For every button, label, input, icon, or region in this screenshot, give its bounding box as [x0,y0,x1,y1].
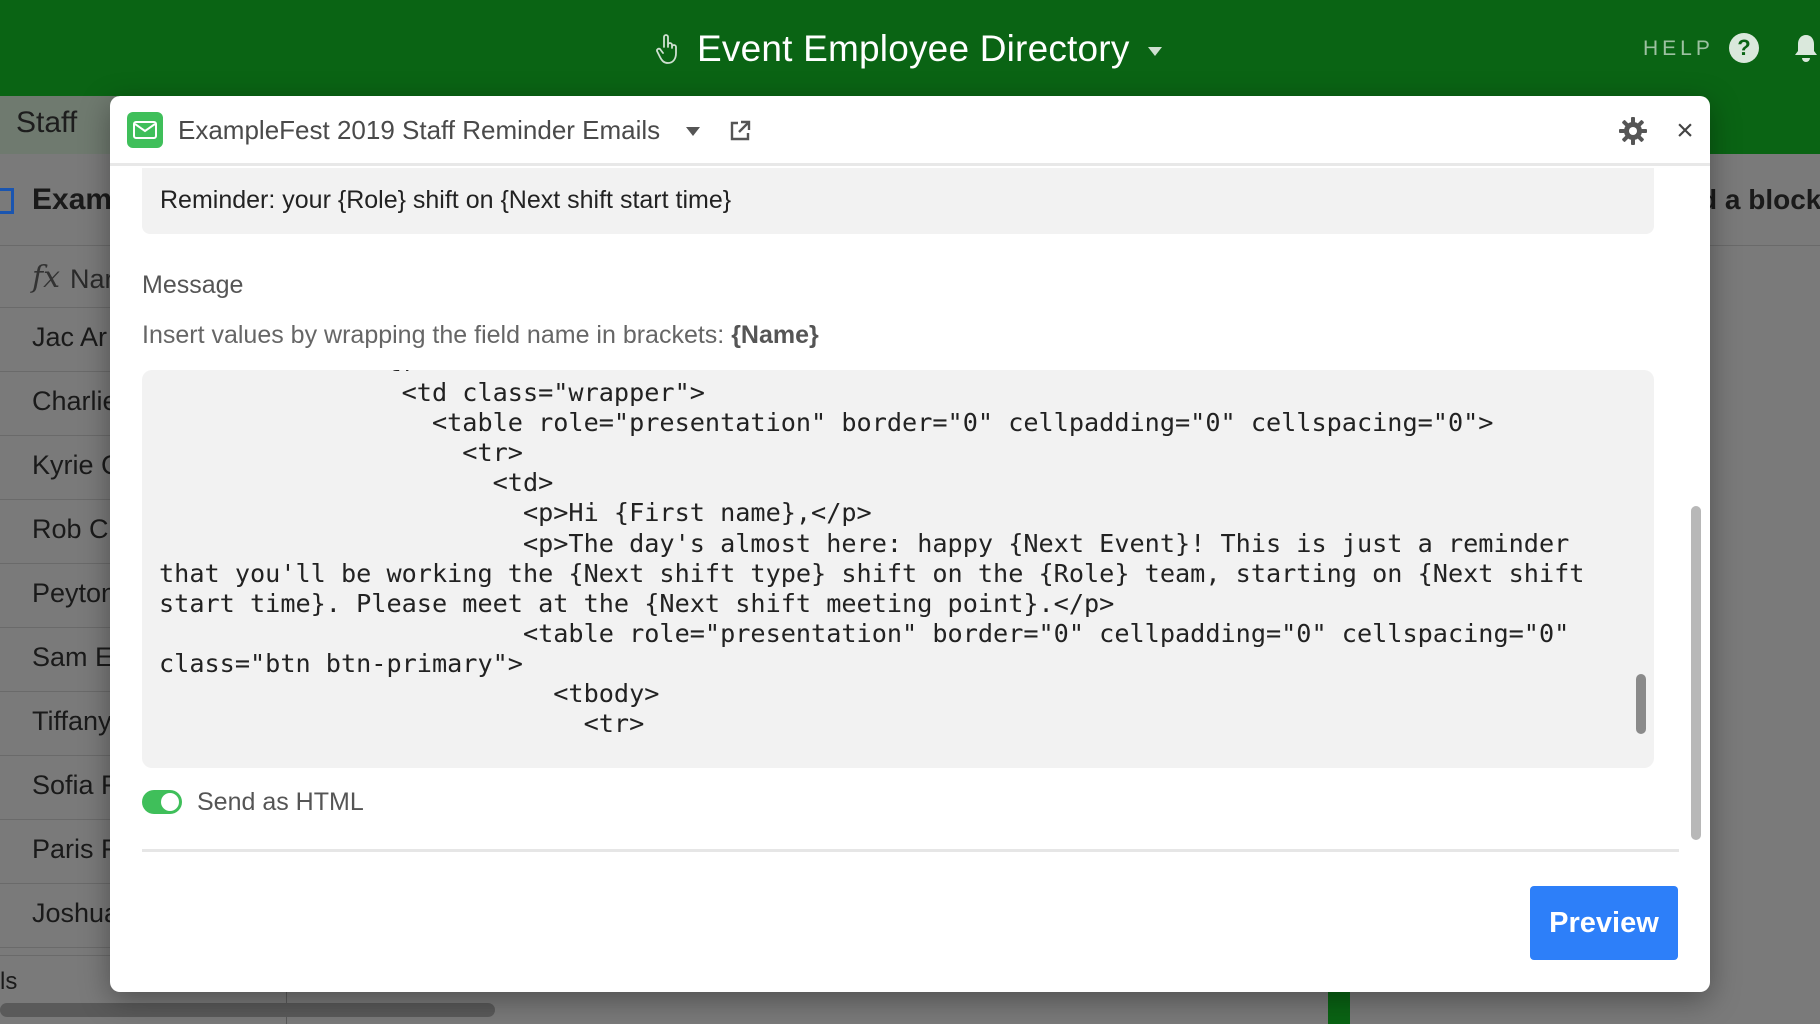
row-name: Kyrie C [32,450,121,480]
row-name: Charlie [32,386,118,416]
table-row[interactable]: Joshua [0,884,120,948]
hint-token: {Name} [731,321,819,349]
row-name: Joshua [32,898,120,928]
table-row[interactable]: Charlie [0,372,118,436]
table-row[interactable]: Paris F [0,820,118,884]
formula-icon: fx [32,260,61,295]
toggle-knob [161,793,179,811]
open-external-icon[interactable] [728,119,752,143]
base-title-area[interactable]: Event Employee Directory [655,27,1162,71]
record-count: ls [0,968,18,995]
email-app-icon [127,112,163,148]
row-name: Tiffany [32,706,112,736]
help-icon[interactable]: ? [1729,33,1759,63]
summary-bar [1328,990,1350,1024]
table-row[interactable]: Sam E [0,628,118,692]
table-row[interactable]: Sofia F [0,756,118,820]
subject-field[interactable]: Reminder: your {Role} shift on {Next shi… [142,168,1654,234]
editor-scrollbar[interactable] [1636,674,1646,734]
table-row[interactable]: Tiffany [0,692,118,756]
row-name: Rob Cl [32,514,115,544]
row-name: Paris F [32,834,118,864]
add-block-button[interactable]: d a block [1700,184,1820,216]
tab-staff[interactable]: Staff [0,96,118,154]
bell-icon[interactable] [1792,33,1820,63]
base-title[interactable]: Event Employee Directory [697,28,1130,70]
hint-text: Insert values by wrapping the field name… [142,321,732,349]
block-title[interactable]: ExampleFest 2019 Staff Reminder Emails [178,115,660,146]
table-row[interactable]: Kyrie C [0,436,121,500]
message-label: Message [142,271,244,299]
grid-footer-divider [0,955,118,956]
section-divider [142,849,1679,852]
modal-header: ExampleFest 2019 Staff Reminder Emails × [110,96,1710,166]
table-row[interactable]: Peyton [0,564,118,628]
chevron-down-icon[interactable] [686,127,700,136]
send-as-html-toggle[interactable] [142,790,182,814]
preview-button[interactable]: Preview [1530,886,1678,960]
table-row[interactable]: Jac Ar [0,308,118,372]
message-code: <tr> <td class="wrapper"> <table role="p… [159,370,1585,739]
table-row[interactable]: Rob Cl [0,500,118,564]
send-as-html-label: Send as HTML [197,788,364,816]
column-header-name[interactable]: Nar [70,264,114,295]
row-name: Sam E [32,642,114,672]
tab-label: Staff [16,106,78,139]
row-name: Jac Ar [32,322,108,352]
column-divider [286,990,287,1024]
gear-icon[interactable] [1618,116,1648,146]
horizontal-scrollbar[interactable] [0,1003,495,1017]
message-hint: Insert values by wrapping the field name… [142,321,819,350]
grid-view-icon[interactable] [0,188,14,214]
modal-scrollbar[interactable] [1691,506,1701,840]
hand-pointer-icon [655,32,681,66]
row-name: Peyton [32,578,117,608]
row-name: Sofia F [32,770,118,800]
email-block-modal: ExampleFest 2019 Staff Reminder Emails ×… [110,96,1710,992]
close-icon[interactable]: × [1670,116,1700,146]
help-link[interactable]: HELP [1643,37,1714,61]
subject-value: Reminder: your {Role} shift on {Next shi… [160,186,732,214]
message-editor[interactable]: <tr> <td class="wrapper"> <table role="p… [142,370,1654,768]
chevron-down-icon[interactable] [1147,46,1162,56]
